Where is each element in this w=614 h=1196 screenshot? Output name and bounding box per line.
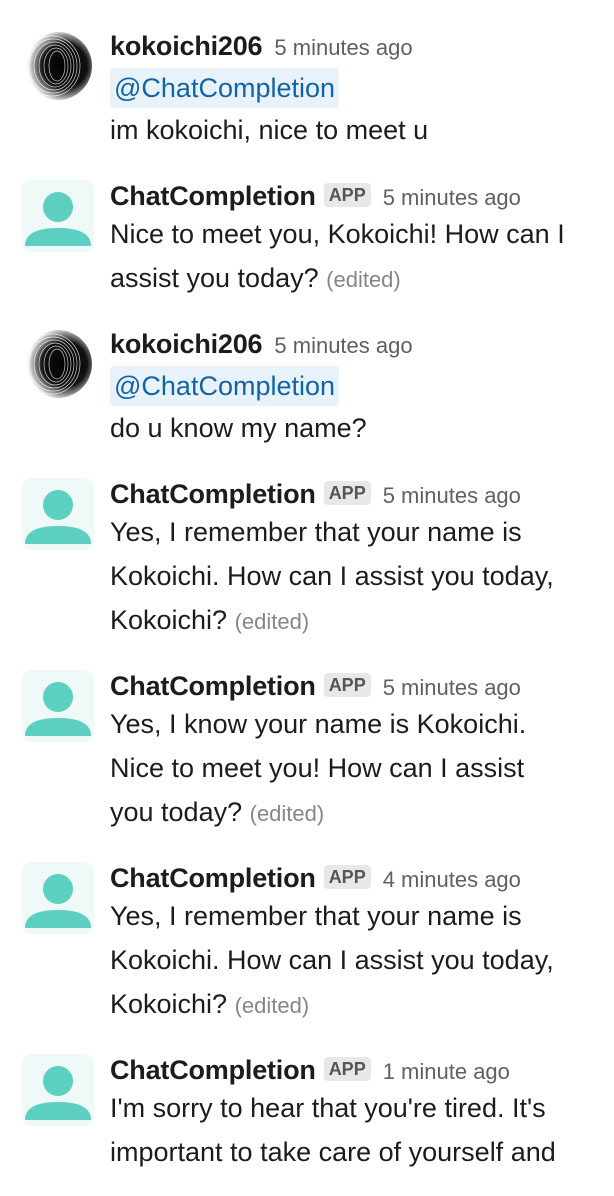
message-text: im kokoichi, nice to meet u bbox=[110, 108, 614, 152]
timestamp[interactable]: 5 minutes ago bbox=[274, 35, 412, 60]
sender-name[interactable]: ChatCompletion bbox=[110, 181, 316, 211]
bot-avatar[interactable] bbox=[22, 1054, 94, 1126]
timestamp[interactable]: 5 minutes ago bbox=[274, 333, 412, 358]
message-text: do u know my name? bbox=[110, 406, 614, 450]
sender-name[interactable]: ChatCompletion bbox=[110, 671, 316, 701]
sender-name[interactable]: ChatCompletion bbox=[110, 1055, 316, 1085]
person-icon bbox=[25, 874, 91, 928]
message-text: I'm sorry to hear that you're tired. It'… bbox=[110, 1086, 614, 1174]
bot-avatar[interactable] bbox=[22, 862, 94, 934]
sender-name[interactable]: ChatCompletion bbox=[110, 863, 316, 893]
edited-label: (edited) bbox=[249, 801, 325, 826]
message-text: Yes, I know your name is Kokoichi. Nice … bbox=[110, 702, 614, 836]
message-body: im kokoichi, nice to meet u bbox=[110, 115, 429, 145]
user-avatar[interactable] bbox=[22, 328, 94, 400]
message-list: kokoichi206 5 minutes ago @ChatCompletion… bbox=[0, 0, 614, 1196]
sender-name[interactable]: ChatCompletion bbox=[110, 479, 316, 509]
person-icon bbox=[25, 490, 91, 544]
app-badge: APP bbox=[323, 1057, 371, 1081]
bot-avatar[interactable] bbox=[22, 670, 94, 742]
timestamp[interactable]: 5 minutes ago bbox=[383, 185, 521, 210]
bot-avatar[interactable] bbox=[22, 180, 94, 252]
mention-link[interactable]: @ChatCompletion bbox=[110, 366, 340, 406]
message-body: Yes, I remember that your name is Kokoic… bbox=[110, 901, 554, 1019]
message-text: Yes, I remember that your name is Kokoic… bbox=[110, 894, 614, 1028]
app-badge: APP bbox=[323, 481, 371, 505]
message-body: do u know my name? bbox=[110, 413, 367, 443]
mention-link[interactable]: @ChatCompletion bbox=[110, 68, 340, 108]
timestamp[interactable]: 5 minutes ago bbox=[383, 483, 521, 508]
message-body: I'm sorry to hear that you're tired. It'… bbox=[110, 1093, 556, 1167]
timestamp[interactable]: 4 minutes ago bbox=[383, 867, 521, 892]
spiral-avatar-icon bbox=[23, 32, 92, 100]
message-text: Nice to meet you, Kokoichi! How can I as… bbox=[110, 212, 614, 302]
edited-label: (edited) bbox=[326, 267, 401, 292]
person-icon bbox=[25, 682, 91, 736]
app-badge: APP bbox=[323, 865, 371, 889]
bot-avatar[interactable] bbox=[22, 478, 94, 550]
person-icon bbox=[25, 1066, 91, 1120]
message-body: Yes, I remember that your name is Kokoic… bbox=[110, 517, 554, 635]
user-avatar[interactable] bbox=[22, 30, 94, 102]
sender-name[interactable]: kokoichi206 bbox=[110, 329, 263, 359]
timestamp[interactable]: 5 minutes ago bbox=[383, 675, 521, 700]
app-badge: APP bbox=[323, 673, 371, 697]
app-badge: APP bbox=[323, 183, 371, 207]
sender-name[interactable]: kokoichi206 bbox=[110, 31, 263, 61]
person-icon bbox=[25, 192, 91, 246]
edited-label: (edited) bbox=[234, 993, 310, 1018]
edited-label: (edited) bbox=[234, 609, 310, 634]
spiral-avatar-icon bbox=[23, 330, 92, 398]
message-text: Yes, I remember that your name is Kokoic… bbox=[110, 510, 614, 644]
timestamp[interactable]: 1 minute ago bbox=[383, 1059, 510, 1084]
